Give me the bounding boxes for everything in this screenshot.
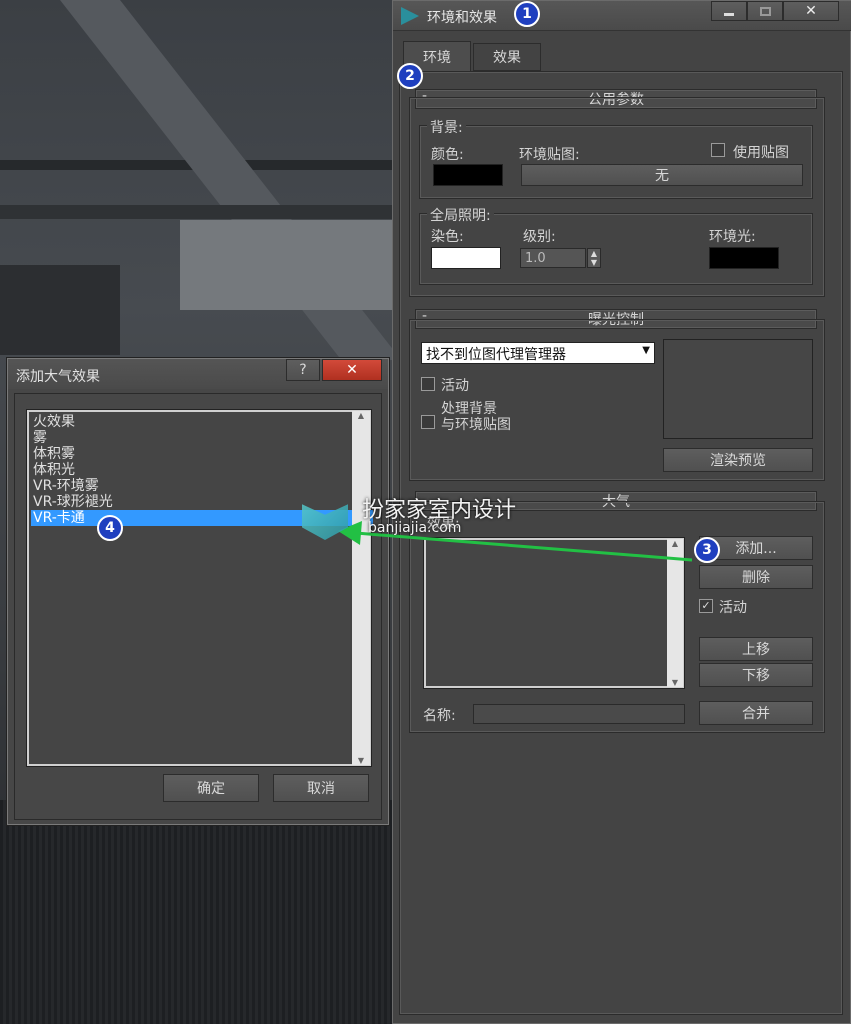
dialog-list-scrollbar[interactable]: ▲ ▼ <box>352 411 370 765</box>
maximize-icon <box>759 6 771 16</box>
env-title-bar[interactable]: 环境和效果 ✕ <box>393 1 851 31</box>
effect-type-item[interactable]: 体积光 <box>31 462 367 478</box>
process-background-checkbox[interactable] <box>421 415 435 429</box>
render-preview-button[interactable]: 渲染预览 <box>663 448 813 472</box>
exposure-active-label: 活动 <box>441 378 469 394</box>
ambient-color-swatch[interactable] <box>709 247 779 269</box>
cancel-button[interactable]: 取消 <box>273 774 369 802</box>
help-icon: ? <box>299 362 307 378</box>
dialog-close-button[interactable]: ✕ <box>322 359 382 381</box>
close-icon: ✕ <box>805 3 817 19</box>
use-map-checkbox[interactable] <box>711 143 725 157</box>
minimize-button[interactable] <box>711 1 747 21</box>
level-label: 级别: <box>523 229 556 245</box>
add-atmosphere-dialog: 添加大气效果 ? ✕ 火效果雾体积雾 体积光 VR-环境雾 VR-球形褪光 VR-卡通 … <box>7 358 389 825</box>
effect-type-list: 火效果雾体积雾 体积光 VR-环境雾 VR-球形褪光 VR-卡通 <box>31 414 373 526</box>
close-icon: ✕ <box>346 362 358 378</box>
effects-label: 效果: <box>427 516 460 532</box>
move-down-button[interactable]: 下移 <box>699 663 813 687</box>
atmosphere-active-checkbox[interactable]: ✓ <box>699 599 713 613</box>
chevron-down-icon: ▼ <box>642 345 650 356</box>
effect-type-item[interactable]: VR-环境雾 <box>31 478 367 494</box>
ok-button[interactable]: 确定 <box>163 774 259 802</box>
minimize-icon <box>724 12 734 16</box>
background-group-label: 背景: <box>427 117 466 137</box>
global-lighting-label: 全局照明: <box>427 205 494 225</box>
effect-type-listbox[interactable]: 火效果雾体积雾 体积光 VR-环境雾 VR-球形褪光 VR-卡通 <box>26 409 373 767</box>
close-button[interactable]: ✕ <box>783 1 839 21</box>
process-background-label: 处理背景 <box>441 401 497 417</box>
dialog-title: 添加大气效果 <box>16 369 100 385</box>
effect-type-item[interactable]: 体积雾 <box>31 446 367 462</box>
envmap-label: 环境贴图: <box>519 147 580 163</box>
delete-effect-button[interactable]: 删除 <box>699 565 813 589</box>
background-color-swatch[interactable] <box>433 164 503 186</box>
effects-listbox[interactable] <box>423 537 685 689</box>
marker-4: 4 <box>97 515 123 541</box>
merge-button[interactable]: 合并 <box>699 701 813 725</box>
effects-scrollbar[interactable]: ▲ ▼ <box>667 539 683 687</box>
env-window-title: 环境和效果 <box>427 10 497 26</box>
exposure-preview-thumbnail <box>663 339 813 439</box>
tab-effects[interactable]: 效果 <box>473 43 541 71</box>
color-label: 颜色: <box>431 147 464 163</box>
scroll-up-icon[interactable]: ▲ <box>667 539 683 548</box>
scroll-up-icon[interactable]: ▲ <box>352 411 370 420</box>
maximize-button[interactable] <box>747 1 783 21</box>
move-up-button[interactable]: 上移 <box>699 637 813 661</box>
effect-type-item[interactable]: 雾 <box>31 430 367 446</box>
effect-type-item[interactable]: 火效果 <box>31 414 367 430</box>
tint-label: 染色: <box>431 229 464 245</box>
marker-3: 3 <box>694 537 720 563</box>
effect-type-item[interactable]: VR-卡通 <box>31 510 373 526</box>
environment-effects-window: 环境和效果 ✕ 环境 效果 - 公用参数 背景: 颜色: 环境贴图: 使用贴图 … <box>392 0 851 1024</box>
ambient-label: 环境光: <box>709 229 756 245</box>
exposure-type-dropdown[interactable]: 找不到位图代理管理器 ▼ <box>421 342 655 364</box>
name-input[interactable] <box>473 704 685 724</box>
marker-1: 1 <box>514 1 540 27</box>
background-group <box>419 125 813 199</box>
envmap-button[interactable]: 无 <box>521 164 803 186</box>
use-map-label: 使用贴图 <box>733 145 789 161</box>
process-background-label-2: 与环境贴图 <box>441 417 511 433</box>
level-spinner-arrows-icon[interactable]: ▲ ▼ <box>587 248 601 268</box>
scroll-down-icon[interactable]: ▼ <box>667 678 683 687</box>
scroll-down-icon[interactable]: ▼ <box>352 756 370 765</box>
atmosphere-active-label: 活动 <box>719 600 747 616</box>
dialog-title-bar[interactable]: 添加大气效果 ? ✕ <box>8 359 388 389</box>
name-label: 名称: <box>423 708 456 724</box>
effect-type-item[interactable]: VR-球形褪光 <box>31 494 367 510</box>
exposure-active-checkbox[interactable] <box>421 377 435 391</box>
help-button[interactable]: ? <box>286 359 320 381</box>
tint-color-swatch[interactable] <box>431 247 501 269</box>
app-icon <box>401 7 419 25</box>
level-spinner-field[interactable]: 1.0 <box>520 248 586 268</box>
marker-2: 2 <box>397 63 423 89</box>
